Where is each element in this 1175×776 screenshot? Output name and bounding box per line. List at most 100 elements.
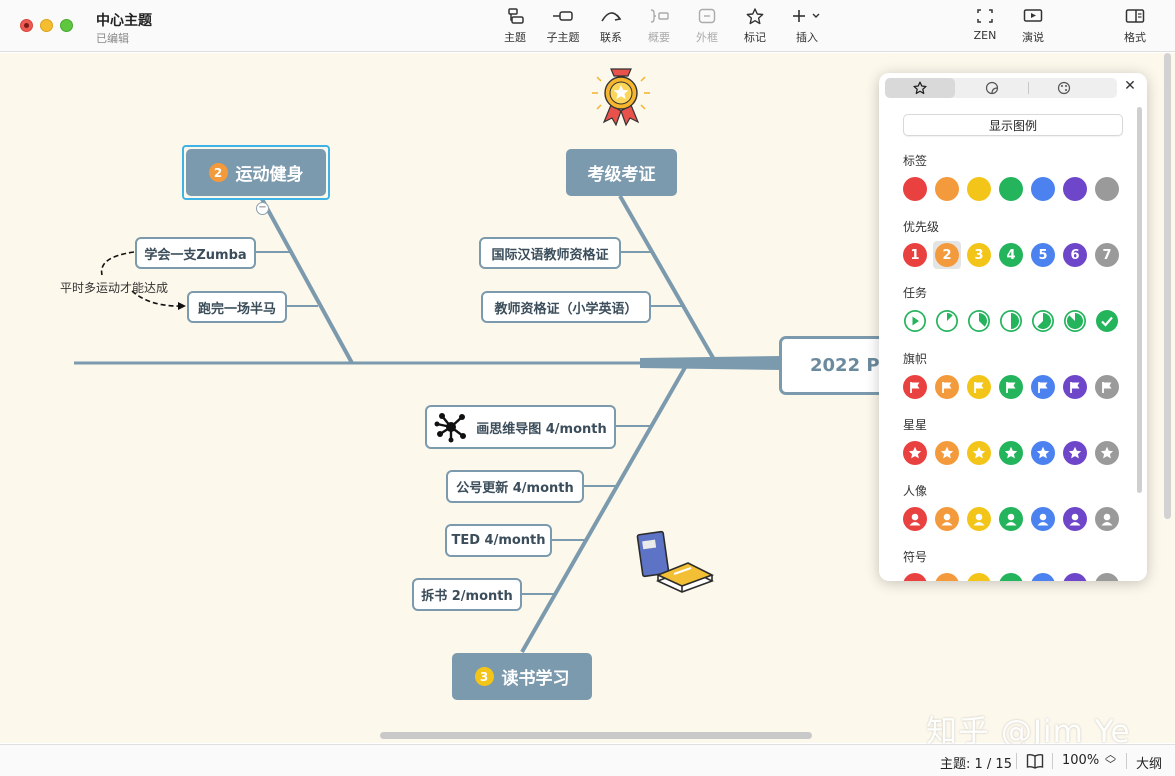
- topic-sports[interactable]: 2 运动健身: [186, 149, 326, 196]
- priority-2-icon[interactable]: 2: [933, 241, 961, 269]
- subtopic-button-label: 子主题: [546, 31, 580, 44]
- symbol-icon[interactable]: [999, 573, 1023, 581]
- horizontal-scrollbar[interactable]: [380, 732, 812, 739]
- star-marker-icon[interactable]: [999, 441, 1023, 465]
- task-progress-icon[interactable]: [1063, 309, 1087, 333]
- tab-markers[interactable]: [885, 78, 955, 98]
- pitch-icon: [1011, 8, 1055, 26]
- outline-button[interactable]: 大纲: [1136, 753, 1162, 772]
- subtopic-mindmap[interactable]: 画思维导图 4/month: [425, 405, 616, 449]
- star-marker-icon[interactable]: [1063, 441, 1087, 465]
- tag-marker-5[interactable]: [1031, 177, 1055, 201]
- toolbar: 中心主题 已编辑 主题 子主题 联系 概要 外框 标记 插入 ZEN 演说 格式: [0, 0, 1175, 52]
- task-progress-icon[interactable]: [903, 309, 927, 333]
- symbol-icon[interactable]: [967, 573, 991, 581]
- collapse-toggle-button[interactable]: −: [256, 202, 269, 215]
- flag-icon[interactable]: [903, 375, 927, 399]
- subtopic-chinese-teacher-cert[interactable]: 国际汉语教师资格证: [479, 237, 621, 269]
- tag-marker-2[interactable]: [935, 177, 959, 201]
- person-icon[interactable]: [1095, 507, 1119, 531]
- panel-scrollbar[interactable]: [1137, 107, 1142, 493]
- star-marker-icon[interactable]: [935, 441, 959, 465]
- tag-marker-7[interactable]: [1095, 177, 1119, 201]
- tag-marker-4[interactable]: [999, 177, 1023, 201]
- flag-icon[interactable]: [999, 375, 1023, 399]
- star-marker-icon[interactable]: [1031, 441, 1055, 465]
- subtopic-ted[interactable]: TED 4/month: [445, 524, 552, 557]
- boundary-icon: [685, 8, 729, 26]
- priority-5-icon[interactable]: 5: [1031, 243, 1055, 267]
- vertical-scrollbar[interactable]: [1164, 53, 1171, 519]
- subtopic-book-notes-label: 拆书 2/month: [421, 589, 513, 604]
- priority-6-icon[interactable]: 6: [1063, 243, 1087, 267]
- relationship-button[interactable]: 联系: [589, 8, 633, 46]
- person-icon[interactable]: [1063, 507, 1087, 531]
- marker-button[interactable]: 标记: [733, 8, 777, 46]
- format-button[interactable]: 格式: [1113, 8, 1157, 46]
- flag-icon[interactable]: [1031, 375, 1055, 399]
- task-progress-icon[interactable]: [935, 309, 959, 333]
- relationship-icon: [589, 8, 633, 26]
- symbol-icon[interactable]: [1031, 573, 1055, 581]
- status-divider: [1126, 753, 1127, 769]
- symbol-icon[interactable]: [1095, 573, 1119, 581]
- priority-7-icon[interactable]: 7: [1095, 243, 1119, 267]
- subtopic-wechat-updates-label: 公号更新 4/month: [456, 481, 574, 496]
- task-progress-icon[interactable]: [999, 309, 1023, 333]
- marker-panel: ✕ 显示图例 标签 优先级 1234567 任务 旗帜 星星 人像 符号: [879, 73, 1147, 581]
- tab-stickers[interactable]: [957, 78, 1027, 98]
- symbol-icon[interactable]: [903, 573, 927, 581]
- star-marker-icon[interactable]: [903, 441, 927, 465]
- boundary-button[interactable]: 外框: [685, 8, 729, 46]
- pitch-button[interactable]: 演说: [1011, 8, 1055, 46]
- subtopic-half-marathon[interactable]: 跑完一场半马: [187, 291, 287, 323]
- person-icon[interactable]: [967, 507, 991, 531]
- close-window-button[interactable]: [20, 19, 33, 32]
- insert-button[interactable]: 插入: [785, 8, 829, 46]
- task-progress-icon[interactable]: [967, 309, 991, 333]
- close-icon[interactable]: ✕: [1123, 79, 1137, 93]
- subtopic-wechat-updates[interactable]: 公号更新 4/month: [446, 470, 584, 503]
- symbol-icon[interactable]: [935, 573, 959, 581]
- zoom-stepper-icon[interactable]: ︿ ﹀: [1105, 749, 1116, 770]
- priority-1-icon[interactable]: 1: [903, 243, 927, 267]
- zoom-level[interactable]: 100%: [1062, 753, 1099, 768]
- person-icon[interactable]: [1031, 507, 1055, 531]
- subtopic-zumba[interactable]: 学会一支Zumba: [135, 237, 256, 269]
- symbol-icon[interactable]: [1063, 573, 1087, 581]
- flag-icon[interactable]: [1095, 375, 1119, 399]
- tag-marker-6[interactable]: [1063, 177, 1087, 201]
- priority-4-icon[interactable]: 4: [999, 243, 1023, 267]
- task-progress-icon[interactable]: [1095, 309, 1119, 333]
- sticker-icon: [985, 81, 999, 95]
- subtopic-teacher-cert-label: 教师资格证（小学英语）: [494, 301, 638, 317]
- zoom-window-button[interactable]: [60, 19, 73, 32]
- flag-icon[interactable]: [1063, 375, 1087, 399]
- show-legend-button[interactable]: 显示图例: [903, 114, 1123, 136]
- topic-certificates[interactable]: 考级考证: [566, 149, 677, 196]
- minimize-window-button[interactable]: [40, 19, 53, 32]
- task-progress-icon[interactable]: [1031, 309, 1055, 333]
- topic-reading[interactable]: 3 读书学习: [452, 653, 592, 700]
- flag-icon[interactable]: [935, 375, 959, 399]
- star-marker-icon[interactable]: [967, 441, 991, 465]
- summary-button[interactable]: 概要: [637, 8, 681, 46]
- tab-illustrations[interactable]: [1029, 78, 1099, 98]
- priority-3-icon[interactable]: 3: [967, 243, 991, 267]
- mindmap-network-icon: [434, 413, 467, 443]
- person-icon[interactable]: [903, 507, 927, 531]
- subtopic-teacher-cert[interactable]: 教师资格证（小学英语）: [481, 291, 651, 323]
- topic-button[interactable]: 主题: [493, 8, 537, 46]
- tag-marker-3[interactable]: [967, 177, 991, 201]
- relationship-label[interactable]: 平时多运动才能达成: [60, 279, 168, 296]
- person-icon[interactable]: [999, 507, 1023, 531]
- subtopic-book-notes[interactable]: 拆书 2/month: [412, 578, 522, 611]
- person-icon[interactable]: [935, 507, 959, 531]
- subtopic-chinese-teacher-cert-label: 国际汉语教师资格证: [491, 247, 609, 263]
- star-marker-icon[interactable]: [1095, 441, 1119, 465]
- tag-marker-1[interactable]: [903, 177, 927, 201]
- book-icon[interactable]: [1026, 753, 1044, 773]
- zen-button[interactable]: ZEN: [963, 8, 1007, 46]
- flag-icon[interactable]: [967, 375, 991, 399]
- subtopic-button[interactable]: 子主题: [541, 8, 585, 46]
